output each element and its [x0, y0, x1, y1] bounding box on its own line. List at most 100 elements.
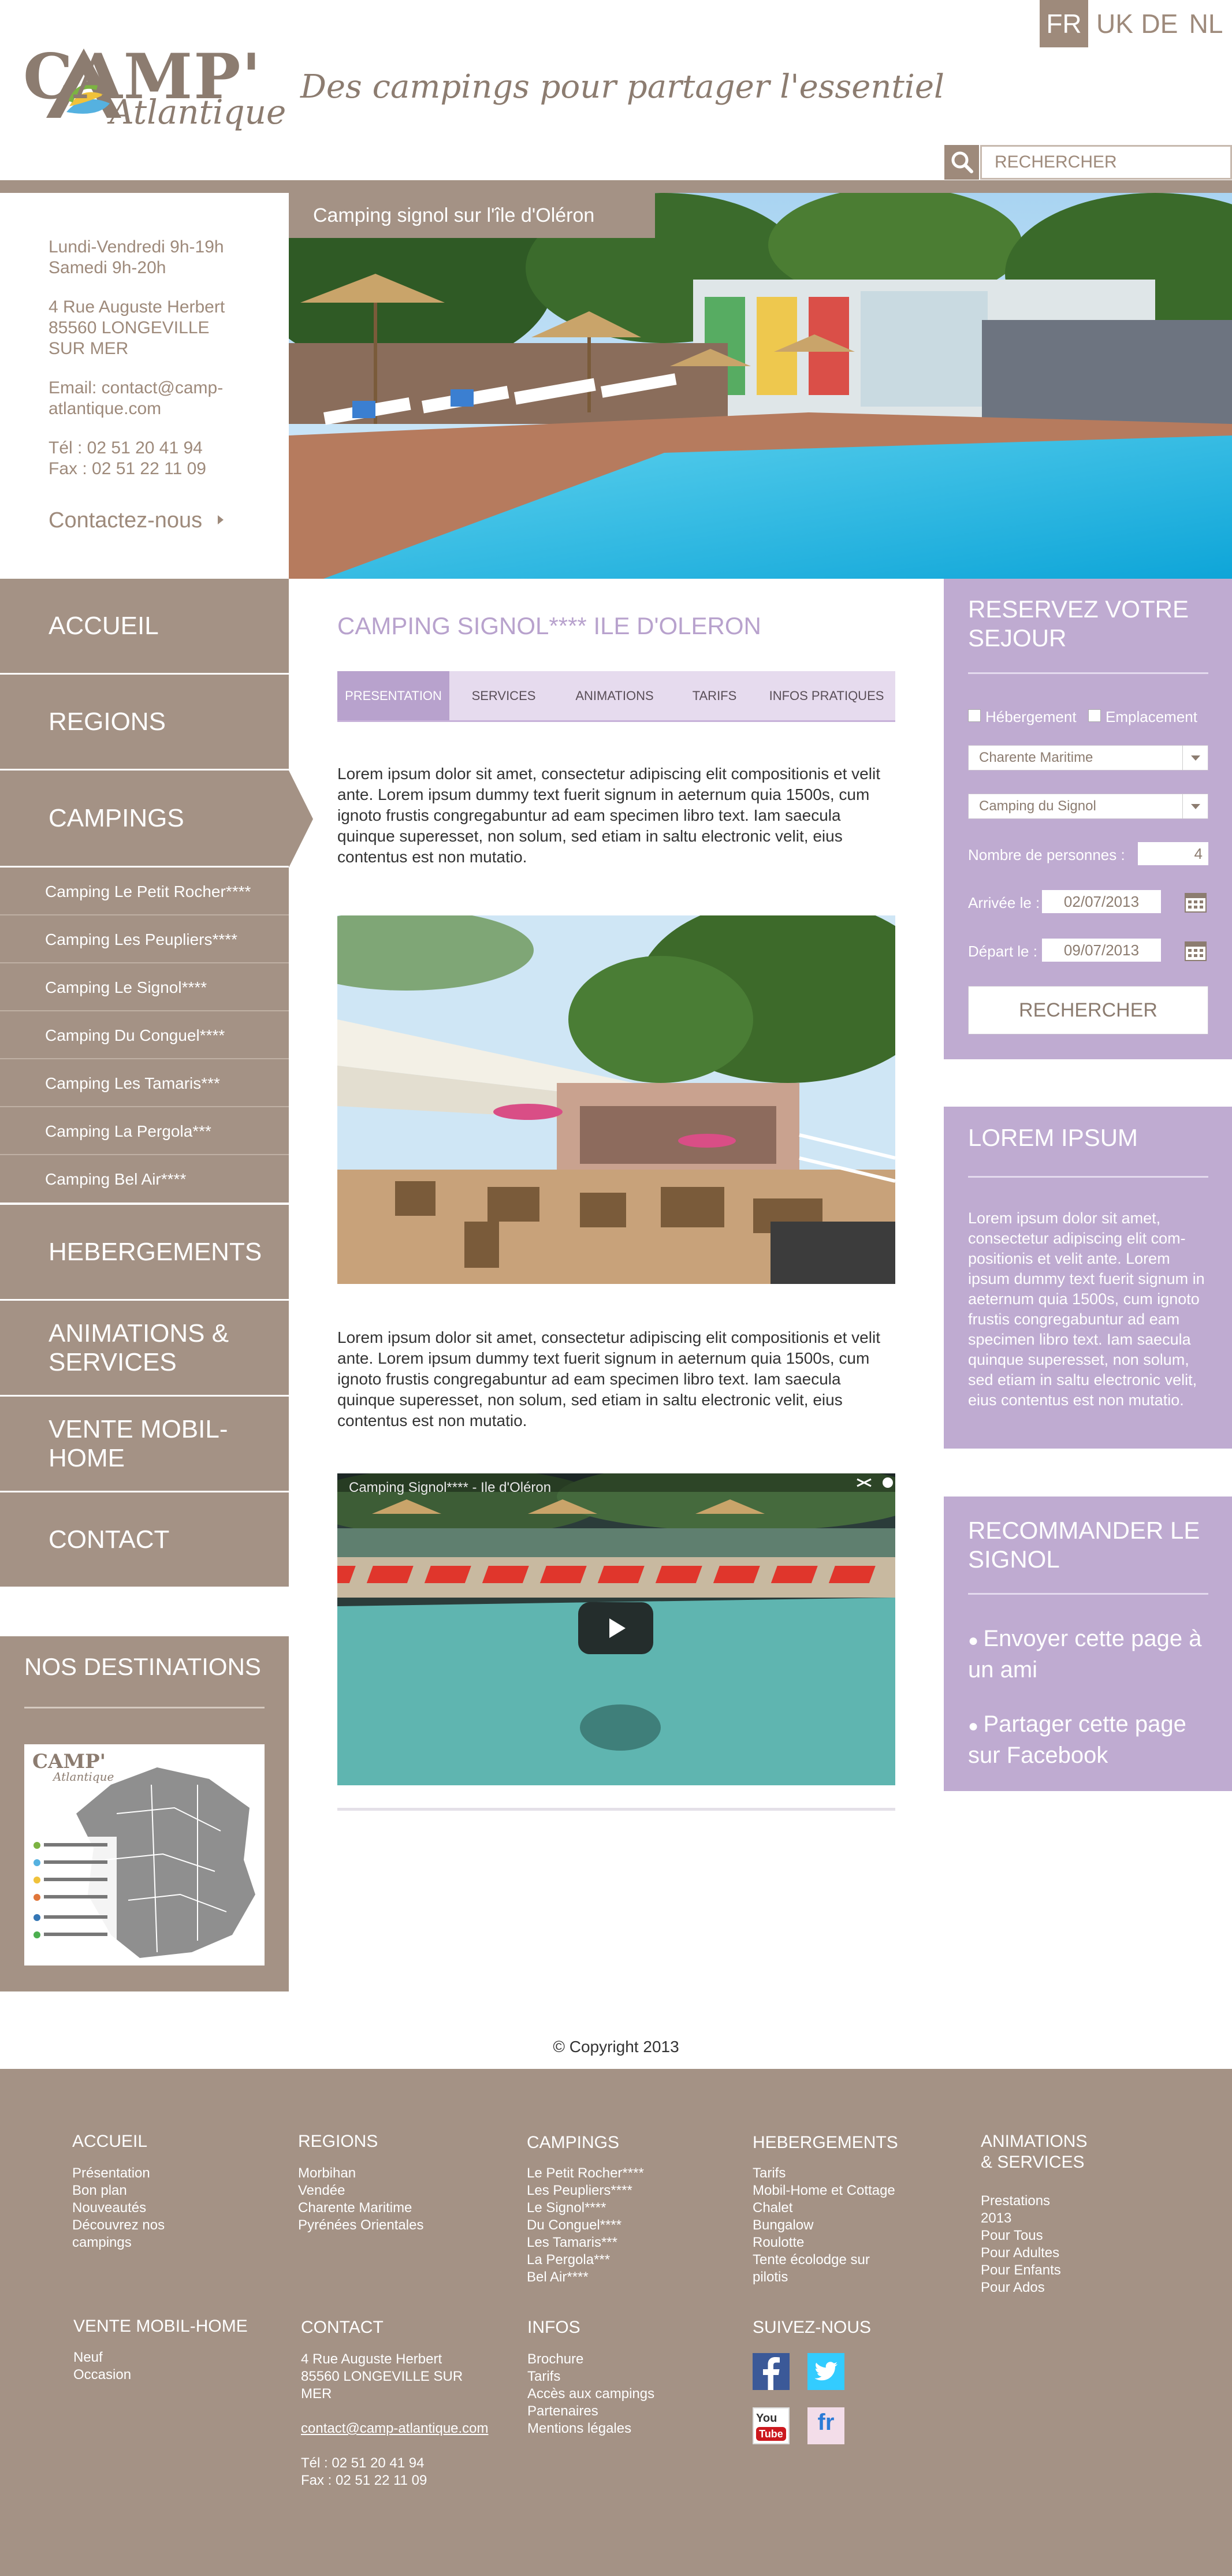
- terrace-photo: [337, 915, 895, 1284]
- twitter-icon[interactable]: [807, 2353, 844, 2390]
- tab-animations[interactable]: ANIMATIONS: [558, 671, 671, 720]
- footer-link[interactable]: Tarifs: [527, 2368, 654, 2385]
- footer-link[interactable]: pilotis: [753, 2269, 895, 2286]
- footer-infos-title[interactable]: INFOS: [527, 2317, 580, 2338]
- nav-vente-mobil-home[interactable]: VENTE MOBIL-HOME: [0, 1397, 289, 1492]
- sub-item-petit-rocher[interactable]: Camping Le Petit Rocher****: [0, 868, 289, 915]
- footer-link[interactable]: Pyrénées Orientales: [298, 2217, 423, 2234]
- footer-link[interactable]: Tarifs: [753, 2165, 895, 2182]
- contact-link[interactable]: Contactez-nous: [49, 508, 227, 533]
- footer-link[interactable]: La Pergola***: [527, 2251, 644, 2269]
- region-select[interactable]: Charente Maritime: [968, 745, 1208, 770]
- footer-link[interactable]: Vendée: [298, 2182, 423, 2199]
- footer-link[interactable]: Mobil-Home et Cottage: [753, 2182, 895, 2199]
- reservation-search-button[interactable]: RECHERCHER: [968, 986, 1208, 1034]
- calendar-icon[interactable]: [1183, 939, 1208, 962]
- footer-link[interactable]: Les Peupliers****: [527, 2182, 644, 2199]
- sub-item-peupliers[interactable]: Camping Les Peupliers****: [0, 915, 289, 963]
- footer-hebergements-title[interactable]: HEBERGEMENTS: [753, 2132, 898, 2153]
- footer-link[interactable]: Brochure: [527, 2351, 654, 2368]
- footer-regions-title[interactable]: REGIONS: [298, 2131, 378, 2152]
- email[interactable]: Email: contact@camp- atlantique.com: [49, 378, 223, 419]
- lang-uk[interactable]: UK: [1092, 0, 1138, 47]
- fr-icon[interactable]: fr: [807, 2407, 844, 2444]
- send-to-friend-link[interactable]: ● Envoyer cette page à un ami: [968, 1624, 1222, 1684]
- footer-link[interactable]: Morbihan: [298, 2165, 423, 2182]
- facebook-share-link[interactable]: Facebook: [1007, 1743, 1108, 1768]
- footer-link[interactable]: Les Tamaris***: [527, 2234, 644, 2251]
- divider: [968, 1176, 1208, 1178]
- footer-email-link[interactable]: contact@camp-atlantique.com: [301, 2420, 489, 2437]
- sub-item-bel-air[interactable]: Camping Bel Air****: [0, 1155, 289, 1205]
- nav-hebergements[interactable]: HEBERGEMENTS: [0, 1205, 289, 1301]
- departure-date-input[interactable]: 09/07/2013: [1042, 939, 1161, 962]
- play-icon: [609, 1618, 626, 1638]
- nav-regions[interactable]: REGIONS: [0, 675, 289, 770]
- sub-item-signol[interactable]: Camping Le Signol****: [0, 963, 289, 1011]
- footer-link[interactable]: Prestations: [981, 2192, 1061, 2210]
- footer-link[interactable]: Bungalow: [753, 2217, 895, 2234]
- footer-link[interactable]: Pour Ados: [981, 2279, 1061, 2296]
- footer-contact-title[interactable]: CONTACT: [301, 2317, 384, 2338]
- tab-presentation[interactable]: PRESENTATION: [337, 671, 449, 720]
- footer-campings-title[interactable]: CAMPINGS: [527, 2132, 619, 2153]
- footer-link[interactable]: Présentation: [72, 2165, 165, 2182]
- logo-subtitle: Atlantique: [110, 92, 286, 132]
- footer-link[interactable]: Pour Tous: [981, 2227, 1061, 2244]
- footer-link[interactable]: Découvrez nos: [72, 2217, 165, 2234]
- camping-select[interactable]: Camping du Signol: [968, 794, 1208, 819]
- footer-link[interactable]: Pour Enfants: [981, 2262, 1061, 2279]
- nav-accueil[interactable]: ACCUEIL: [0, 579, 289, 675]
- persons-input[interactable]: 4: [1138, 842, 1208, 865]
- facebook-icon[interactable]: [753, 2353, 790, 2390]
- tab-infos-pratiques[interactable]: INFOS PRATIQUES: [758, 671, 895, 720]
- footer-link[interactable]: Charente Maritime: [298, 2199, 423, 2217]
- footer-link[interactable]: Chalet: [753, 2199, 895, 2217]
- footer-link[interactable]: Roulotte: [753, 2234, 895, 2251]
- footer-regions-list: Morbihan Vendée Charente Maritime Pyréné…: [298, 2165, 423, 2234]
- footer-link[interactable]: Le Petit Rocher****: [527, 2165, 644, 2182]
- footer-link[interactable]: Partenaires: [527, 2403, 654, 2420]
- search-button[interactable]: [944, 145, 979, 180]
- emplacement-checkbox[interactable]: [1088, 709, 1101, 722]
- search-input[interactable]: [980, 145, 1232, 180]
- footer-link[interactable]: Bon plan: [72, 2182, 165, 2199]
- tab-services[interactable]: SERVICES: [449, 671, 558, 720]
- footer-link[interactable]: 2013: [981, 2210, 1061, 2227]
- footer-link[interactable]: Neuf: [73, 2349, 131, 2366]
- chevron-down-icon: [1182, 794, 1208, 818]
- destinations-map[interactable]: CAMP' Atlantique: [24, 1744, 265, 1965]
- footer-link[interactable]: Bel Air****: [527, 2269, 644, 2286]
- footer-link[interactable]: Occasion: [73, 2366, 131, 2384]
- lang-de[interactable]: DE: [1138, 0, 1181, 47]
- nav-animations-services[interactable]: ANIMATIONS & SERVICES: [0, 1301, 289, 1397]
- sub-item-conguel[interactable]: Camping Du Conguel****: [0, 1011, 289, 1059]
- footer-accueil-title[interactable]: ACCUEIL: [72, 2131, 147, 2152]
- footer-link[interactable]: Pour Adultes: [981, 2244, 1061, 2262]
- hebergement-checkbox[interactable]: [968, 709, 981, 722]
- calendar-icon[interactable]: [1183, 890, 1208, 913]
- footer-link[interactable]: Nouveautés: [72, 2199, 165, 2217]
- video-title[interactable]: Camping Signol**** - Ile d'Oléron: [349, 1480, 551, 1496]
- footer-contact-details: 4 Rue Auguste Herbert 85560 LONGEVILLE S…: [301, 2351, 489, 2488]
- arrival-date-input[interactable]: 02/07/2013: [1042, 890, 1161, 913]
- footer-link[interactable]: Le Signol****: [527, 2199, 644, 2217]
- page-title: CAMPING SIGNOL**** ILE D'OLERON: [337, 612, 761, 639]
- tab-tarifs[interactable]: TARIFS: [671, 671, 758, 720]
- lorem-title: LOREM IPSUM: [968, 1124, 1138, 1151]
- sub-item-tamaris[interactable]: Camping Les Tamaris***: [0, 1059, 289, 1107]
- youtube-icon[interactable]: You Tube: [753, 2407, 790, 2444]
- footer-link[interactable]: Mentions légales: [527, 2420, 654, 2437]
- footer-link[interactable]: Accès aux campings: [527, 2385, 654, 2403]
- nav-campings[interactable]: CAMPINGS: [0, 770, 289, 868]
- address: 4 Rue Auguste Herbert 85560 LONGEVILLE S…: [49, 297, 225, 358]
- footer-link[interactable]: Tente écolodge sur: [753, 2251, 895, 2269]
- footer-animations-title[interactable]: ANIMATIONS & SERVICES: [981, 2131, 1087, 2173]
- footer-link[interactable]: campings: [72, 2234, 165, 2251]
- lang-nl[interactable]: NL: [1183, 0, 1229, 47]
- footer-vente-title[interactable]: VENTE MOBIL-HOME: [73, 2316, 248, 2337]
- lang-fr[interactable]: FR: [1040, 0, 1088, 47]
- sub-item-pergola[interactable]: Camping La Pergola***: [0, 1107, 289, 1155]
- nav-contact[interactable]: CONTACT: [0, 1492, 289, 1588]
- footer-link[interactable]: Du Conguel****: [527, 2217, 644, 2234]
